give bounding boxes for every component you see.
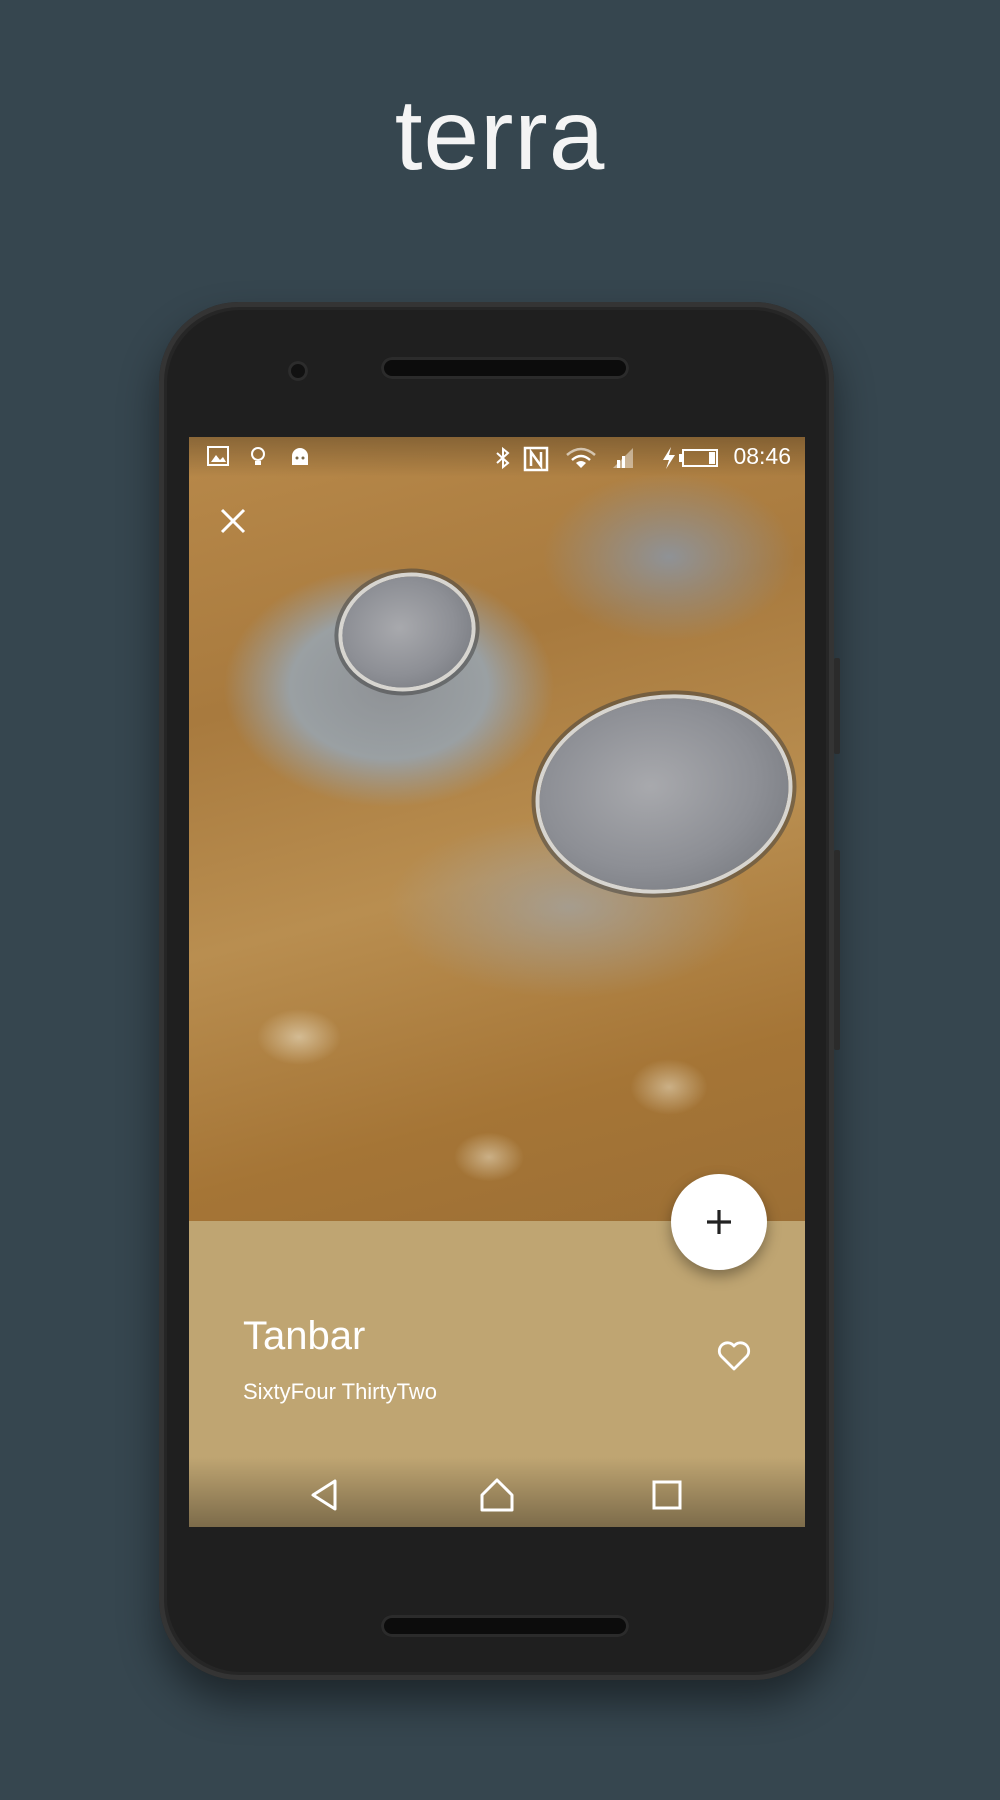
wallpaper-author: SixtyFour ThirtyTwo xyxy=(243,1379,437,1404)
front-camera xyxy=(288,361,308,381)
android-icon xyxy=(292,448,308,465)
back-icon[interactable] xyxy=(305,1475,345,1515)
navigation-bar xyxy=(189,1457,805,1527)
charging-icon xyxy=(663,447,675,469)
home-icon[interactable] xyxy=(477,1475,517,1515)
wifi-icon xyxy=(566,447,596,468)
volume-button xyxy=(834,850,840,1050)
bottom-speaker xyxy=(381,1615,629,1637)
heart-outline-icon[interactable] xyxy=(714,1335,754,1375)
wallpaper-image xyxy=(189,437,805,1221)
status-bar: 08:46 xyxy=(189,437,805,477)
signal-icon xyxy=(613,448,633,468)
lightbulb-icon xyxy=(251,447,265,465)
top-speaker xyxy=(381,357,629,379)
bluetooth-icon xyxy=(496,446,510,470)
phone-screen: 08:46 Tanbar SixtyFour ThirtyTwo xyxy=(189,437,805,1527)
image-icon xyxy=(207,446,229,466)
battery-icon xyxy=(679,449,718,467)
power-button xyxy=(834,658,840,754)
nfc-icon xyxy=(523,446,549,472)
clock: 08:46 xyxy=(733,443,791,469)
close-icon[interactable] xyxy=(213,501,253,541)
app-name-title: terra xyxy=(394,79,606,191)
add-button[interactable] xyxy=(671,1174,767,1270)
recents-icon[interactable] xyxy=(647,1475,687,1515)
wallpaper-title: Tanbar xyxy=(243,1314,366,1358)
lake-small xyxy=(331,564,483,700)
plus-icon xyxy=(707,1210,731,1234)
lake-large xyxy=(526,682,802,906)
